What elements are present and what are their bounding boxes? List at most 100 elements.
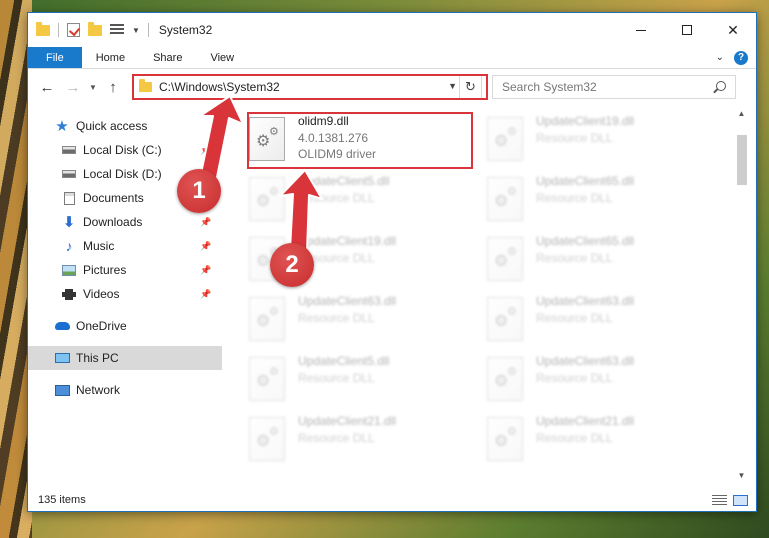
sidebar-item-music[interactable]: ♪ Music 📌 (28, 234, 222, 258)
sidebar-item-local-disk-c[interactable]: Local Disk (C:) 📌 (28, 138, 222, 162)
file-item-olidm9[interactable]: ⚙ ⚙ olidm9.dll 4.0.1381.276 OLIDM9 drive… (249, 113, 479, 165)
pin-icon[interactable]: 📌 (199, 217, 213, 228)
gear-icon: ⚙ (269, 306, 279, 318)
minimize-icon (636, 29, 646, 31)
scroll-thumb[interactable] (737, 135, 747, 185)
navigation-bar: ← → ▼ ↑ C:\Windows\System32 ▼ ↻ Search S… (28, 69, 756, 105)
gear-icon: ⚙ (269, 426, 279, 438)
callout-badge-1: 1 (177, 169, 221, 213)
list-item[interactable]: ⚙ ⚙ UpdateClient5.dll Resource DLL (249, 353, 479, 405)
folder-icon (139, 79, 152, 92)
sidebar-item-this-pc[interactable]: This PC (28, 346, 222, 370)
pictures-icon (61, 263, 77, 277)
tiles-view-icon[interactable] (733, 494, 748, 506)
list-item[interactable]: ⚙ ⚙ UpdateClient5.dll Resource DLL (249, 173, 479, 225)
sidebar-item-label: Downloads (83, 215, 143, 229)
pin-icon[interactable]: 📌 (199, 241, 213, 252)
list-item[interactable]: ⚙ ⚙ UpdateClient63.dll Resource DLL (249, 293, 479, 345)
back-button[interactable]: ← (34, 79, 60, 96)
address-history-icon[interactable]: ▼ (448, 81, 457, 91)
sidebar-item-pictures[interactable]: Pictures 📌 (28, 258, 222, 282)
gear-icon: ⚙ (507, 366, 517, 378)
file-name: UpdateClient65.dll (536, 174, 635, 188)
list-item[interactable]: ⚙⚙ UpdateClient19.dll Resource DLL (487, 113, 717, 165)
close-button[interactable]: ✕ (710, 13, 756, 47)
dll-file-icon: ⚙⚙ (487, 177, 523, 221)
toolbar-separator (58, 23, 59, 37)
file-explorer-window: ▼ System32 ✕ File Home Share View ⌄ ? ← … (27, 12, 757, 512)
search-icon (716, 81, 726, 91)
cloud-icon (54, 319, 70, 333)
tab-home[interactable]: Home (82, 47, 139, 68)
dll-file-icon: ⚙⚙ (249, 297, 285, 341)
recent-locations-icon[interactable]: ▼ (86, 83, 100, 92)
scroll-up-icon[interactable]: ▲ (733, 109, 750, 123)
sidebar-item-label: This PC (76, 351, 119, 365)
network-icon (54, 383, 70, 397)
file-type: Resource DLL (536, 191, 613, 205)
sidebar-item-network[interactable]: Network (28, 378, 222, 402)
status-bar: 135 items (28, 489, 756, 511)
tab-view[interactable]: View (196, 47, 248, 68)
scroll-down-icon[interactable]: ▼ (733, 471, 750, 485)
details-view-icon[interactable] (712, 494, 727, 506)
chevron-down-icon[interactable]: ▼ (132, 26, 140, 35)
help-icon[interactable]: ? (734, 50, 748, 65)
close-icon: ✕ (727, 21, 739, 38)
toolbar-separator (147, 23, 149, 37)
sidebar-item-downloads[interactable]: ⬇ Downloads 📌 (28, 210, 222, 234)
file-version: 4.0.1381.276 (298, 131, 369, 145)
gear-icon: ⚙ (507, 126, 517, 138)
file-name: UpdateClient65.dll (536, 234, 635, 248)
sidebar-item-onedrive[interactable]: OneDrive (28, 314, 222, 338)
explorer-body: ★ Quick access Local Disk (C:) 📌 Local D… (28, 105, 756, 489)
sidebar-item-label: Local Disk (C:) (83, 143, 162, 157)
dll-file-icon: ⚙⚙ (487, 357, 523, 401)
dll-file-icon: ⚙⚙ (249, 177, 285, 221)
video-icon (61, 287, 77, 301)
address-path[interactable]: C:\Windows\System32 (159, 80, 280, 94)
vertical-scrollbar[interactable]: ▲ ▼ (733, 105, 750, 489)
list-item[interactable]: ⚙ ⚙ UpdateClient65.dll Resource DLL (487, 233, 717, 285)
address-bar[interactable]: C:\Windows\System32 ▼ ↻ (132, 75, 482, 99)
dll-file-icon: ⚙ ⚙ (249, 117, 285, 161)
sidebar-item-quick-access[interactable]: ★ Quick access (28, 114, 222, 138)
pin-icon[interactable]: 📌 (199, 289, 213, 300)
dll-file-icon: ⚙⚙ (487, 237, 523, 281)
sidebar-item-label: Music (83, 239, 115, 253)
file-type: Resource DLL (536, 251, 613, 265)
properties-icon[interactable] (67, 23, 80, 37)
minimize-button[interactable] (618, 13, 664, 47)
maximize-button[interactable] (664, 13, 710, 47)
window-controls: ✕ (618, 13, 756, 47)
refresh-button[interactable]: ↻ (459, 76, 481, 98)
list-item[interactable]: ⚙ ⚙ UpdateClient21.dll Resource DLL (249, 413, 479, 465)
list-item[interactable]: ⚙ ⚙ UpdateClient63.dll Resource DLL (487, 353, 717, 405)
forward-button[interactable]: → (60, 79, 86, 96)
list-item[interactable]: ⚙ ⚙ UpdateClient21.dll Resource DLL (487, 413, 717, 465)
tab-file[interactable]: File (28, 47, 82, 68)
window-title: System32 (158, 23, 213, 37)
pin-icon[interactable]: 📌 (199, 265, 213, 276)
search-input[interactable]: Search System32 (502, 80, 597, 94)
expand-ribbon-icon[interactable]: ⌄ (716, 52, 724, 63)
item-count: 135 items (38, 494, 86, 506)
gear-icon: ⚙ (269, 366, 279, 378)
view-switcher (712, 494, 748, 506)
file-name: UpdateClient63.dll (298, 294, 397, 308)
tab-share[interactable]: Share (139, 47, 196, 68)
list-item[interactable]: ⚙ ⚙ UpdateClient65.dll Resource DLL (487, 173, 717, 225)
search-box[interactable]: Search System32 (492, 75, 736, 99)
file-type: Resource DLL (298, 311, 375, 325)
new-folder-icon[interactable] (88, 21, 102, 36)
file-type: Resource DLL (536, 311, 613, 325)
file-name: UpdateClient63.dll (536, 294, 635, 308)
file-name: UpdateClient5.dll (298, 354, 390, 368)
sidebar-item-videos[interactable]: Videos 📌 (28, 282, 222, 306)
document-icon (61, 191, 77, 205)
list-item[interactable]: ⚙ ⚙ UpdateClient63.dll Resource DLL (487, 293, 717, 345)
pin-icon[interactable]: 📌 (199, 145, 213, 156)
sidebar-item-label: Videos (83, 287, 120, 301)
up-button[interactable]: ↑ (100, 79, 126, 96)
customize-view-icon[interactable] (110, 24, 124, 36)
